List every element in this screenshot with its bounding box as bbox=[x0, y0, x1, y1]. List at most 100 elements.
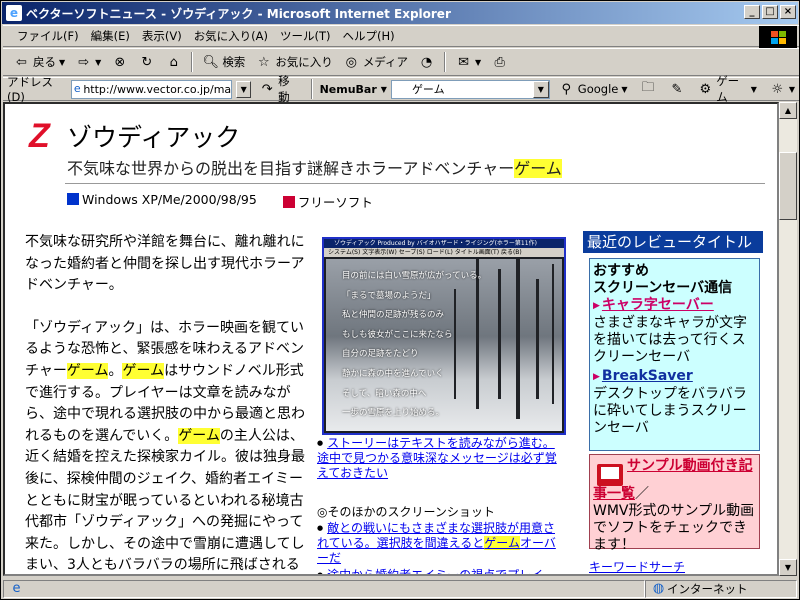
screenshot-titlebar: ゾウディアック Produced by バイオハザード・ライジング(ホラー第11… bbox=[324, 239, 564, 248]
other-screenshot-link-2[interactable]: ● 途中から婚約者エイミーの視点でプレイ bbox=[317, 568, 557, 574]
recent-reviews-heading: 最近のレビュータイトル bbox=[583, 231, 763, 253]
z-logo-icon: Z bbox=[29, 117, 50, 155]
close-button[interactable]: × bbox=[780, 5, 796, 19]
status-message: e bbox=[3, 579, 645, 598]
favorites-button[interactable]: ☆ お気に入り bbox=[251, 50, 337, 74]
menu-favorites[interactable]: お気に入り(A) bbox=[188, 26, 274, 46]
standard-toolbar: ⇦ 戻る ▼ ⇨ ▼ ⊗ ↻ ⌂ 🔍︎ 検索 ☆ お気に入り ◎ メディア ◔ ✉ ▼ ⎙ bbox=[3, 48, 799, 76]
page-icon: e bbox=[12, 581, 21, 596]
menu-bar: ファイル(F) 編集(E) 表示(V) お気に入り(A) ツール(T) ヘルプ(… bbox=[3, 25, 799, 48]
other-screenshots-heading: ◎そのほかのスクリーンショット bbox=[317, 505, 495, 519]
vertical-scrollbar[interactable]: ▲ ▼ bbox=[779, 102, 797, 576]
back-arrow-icon: ⇦ bbox=[16, 54, 27, 70]
ie-icon: e bbox=[6, 5, 22, 21]
print-icon: ⎙ bbox=[494, 54, 505, 70]
address-input[interactable]: e http://www.vector.co.jp/ma bbox=[70, 79, 233, 99]
stop-icon: ⊗ bbox=[114, 54, 126, 70]
security-zone: ◍ インターネット bbox=[645, 579, 797, 598]
maximize-button[interactable]: □ bbox=[762, 5, 778, 19]
page-subtitle: 不気味な世界からの脱出を目指す謎解きホラーアドベンチャーゲーム bbox=[67, 159, 562, 178]
folder-up-button[interactable]: 🗀 bbox=[636, 77, 661, 101]
article-body: 不気味な研究所や洋館を舞台に、離れ離れになった婚約者と仲間を探し出す現代ホラーア… bbox=[25, 232, 307, 574]
screenshot-caption-link[interactable]: ストーリーはテキストを読みながら進む。途中で見つかる意味深なメッセージは必ず覚え… bbox=[317, 436, 557, 481]
search-icon: 🔍︎ bbox=[202, 54, 220, 70]
game-button[interactable]: ⚙ ゲーム ▼ bbox=[694, 74, 761, 104]
menu-edit[interactable]: 編集(E) bbox=[85, 26, 136, 46]
scroll-down-button[interactable]: ▼ bbox=[779, 559, 797, 576]
go-button[interactable]: ↷ 移動 bbox=[255, 74, 303, 104]
browser-window: e ベクターソフトニュース - ゾウディアック - Microsoft Inte… bbox=[0, 0, 800, 600]
sidebar-more-link[interactable]: キーワードサーチ bbox=[589, 558, 685, 574]
menu-view[interactable]: 表示(V) bbox=[136, 26, 188, 46]
refresh-button[interactable]: ↻ bbox=[134, 50, 159, 74]
address-toolbar: アドレス(D) e http://www.vector.co.jp/ma ▼ ↷… bbox=[3, 74, 799, 104]
nemubar-dropdown[interactable]: ▼ bbox=[532, 80, 549, 98]
nemubar-search-input[interactable]: ゲーム ▼ bbox=[390, 79, 550, 99]
recommend-heading: おすすめ スクリーンセーバ通信 bbox=[593, 263, 733, 296]
recommend-item-2[interactable]: BreakSaver bbox=[602, 368, 693, 384]
home-icon: ⌂ bbox=[169, 54, 178, 70]
back-button[interactable]: ⇦ 戻る ▼ bbox=[9, 50, 69, 74]
home-button[interactable]: ⌂ bbox=[161, 50, 186, 74]
license-label: フリーソフト bbox=[282, 192, 373, 211]
other-screenshot-link-1[interactable]: ● 敵との戦いにもさまざまな選択肢が用意されている。選択肢を間違えるとゲームオーバ… bbox=[317, 521, 557, 566]
tv-icon bbox=[597, 464, 623, 486]
address-label: アドレス(D) bbox=[7, 75, 53, 104]
mail-button[interactable]: ✉ ▼ bbox=[451, 50, 485, 74]
history-button[interactable]: ◔ bbox=[414, 50, 439, 74]
screenshot-text: 目の前には白い雪原が広がっている。 「まるで墓場のようだ」 私と仲間の足跡が残る… bbox=[342, 271, 487, 419]
platform-label: Windows XP/Me/2000/98/95 bbox=[67, 192, 257, 211]
search-button[interactable]: 🔍︎ 検索 bbox=[198, 50, 249, 74]
menu-help[interactable]: ヘルプ(H) bbox=[337, 26, 401, 46]
page-title: ゾウディアック bbox=[67, 123, 241, 152]
stop-button[interactable]: ⊗ bbox=[107, 50, 132, 74]
bulb-icon: ☼ bbox=[771, 81, 784, 97]
extra-button[interactable]: ☼ ▼ bbox=[765, 77, 799, 101]
sample-video-desc: WMV形式のサンプル動画でソフトをチェックできます！ bbox=[593, 503, 755, 553]
paragraph-intro: 不気味な研究所や洋館を舞台に、離れ離れになった婚約者と仲間を探し出す現代ホラーア… bbox=[25, 234, 305, 294]
snowy-forest-image: 目の前には白い雪原が広がっている。 「まるで墓場のようだ」 私と仲間の足跡が残る… bbox=[326, 259, 562, 431]
folder-icon: 🗀 bbox=[641, 80, 655, 95]
page-icon: e bbox=[73, 82, 81, 95]
scroll-thumb[interactable] bbox=[779, 152, 797, 220]
history-icon: ◔ bbox=[420, 54, 433, 70]
game-icon: ⚙ bbox=[699, 81, 712, 97]
forward-arrow-icon: ⇨ bbox=[78, 54, 90, 70]
address-dropdown[interactable]: ▼ bbox=[236, 80, 252, 98]
favorites-icon: ☆ bbox=[257, 54, 270, 70]
sample-video-box: サンプル動画付き記事一覧／ WMV形式のサンプル動画でソフトをチェックできます！ bbox=[589, 454, 760, 553]
nemubar-label[interactable]: NemuBar bbox=[320, 83, 377, 96]
arrow-icon: ▶ bbox=[593, 301, 600, 311]
arrow-icon: ▶ bbox=[593, 372, 600, 382]
media-icon: ◎ bbox=[345, 54, 357, 70]
recommend-item-1-desc: さまざまなキャラが文字を描いては去って行くスクリーンセーバ bbox=[593, 315, 747, 365]
media-button[interactable]: ◎ メディア bbox=[339, 50, 412, 74]
forward-button[interactable]: ⇨ ▼ bbox=[71, 50, 105, 74]
menu-file[interactable]: ファイル(F) bbox=[11, 26, 85, 46]
highlighter-icon: ✎ bbox=[671, 81, 683, 97]
go-arrow-icon: ↷ bbox=[261, 81, 273, 97]
windows-logo bbox=[759, 26, 797, 48]
recommend-item-2-desc: デスクトップをバラバラに砕いてしまうスクリーンセーバ bbox=[593, 386, 747, 436]
minimize-button[interactable]: _ bbox=[744, 5, 760, 19]
google-button[interactable]: ⚲ Google ▼ bbox=[554, 77, 632, 101]
window-title: ベクターソフトニュース - ゾウディアック - Microsoft Intern… bbox=[26, 6, 451, 21]
highlight-button[interactable]: ✎ bbox=[665, 77, 690, 101]
menu-tools[interactable]: ツール(T) bbox=[274, 26, 337, 46]
screenshot-menubar: システム(S) 文字表示(W) セーブ(S) ロード(L) タイトル画面(T) … bbox=[324, 248, 564, 257]
globe-icon: ◍ bbox=[652, 581, 665, 596]
paragraph-main: 「ゾウディアック」は、ホラー映画を観ているような恐怖と、緊張感を味わえるアドベン… bbox=[25, 319, 305, 574]
scroll-up-button[interactable]: ▲ bbox=[779, 102, 797, 119]
print-button[interactable]: ⎙ bbox=[487, 50, 512, 74]
game-screenshot[interactable]: ゾウディアック Produced by バイオハザード・ライジング(ホラー第11… bbox=[322, 237, 566, 435]
platform-info: Windows XP/Me/2000/98/95 フリーソフト bbox=[67, 192, 373, 211]
title-bar: e ベクターソフトニュース - ゾウディアック - Microsoft Inte… bbox=[2, 2, 798, 24]
recommend-box: おすすめ スクリーンセーバ通信 ▶ キャラ字セーバー さまざまなキャラが文字を描い… bbox=[589, 258, 760, 451]
mail-icon: ✉ bbox=[458, 54, 469, 70]
recommend-item-1[interactable]: キャラ字セーバー bbox=[602, 297, 714, 313]
refresh-icon: ↻ bbox=[141, 54, 153, 70]
page-content: Z ゾウディアック 不気味な世界からの脱出を目指す謎解きホラーアドベンチャーゲー… bbox=[3, 102, 779, 576]
magnifier-icon: ⚲ bbox=[561, 81, 572, 97]
status-bar: e ◍ インターネット bbox=[3, 578, 799, 599]
divider bbox=[65, 183, 765, 184]
